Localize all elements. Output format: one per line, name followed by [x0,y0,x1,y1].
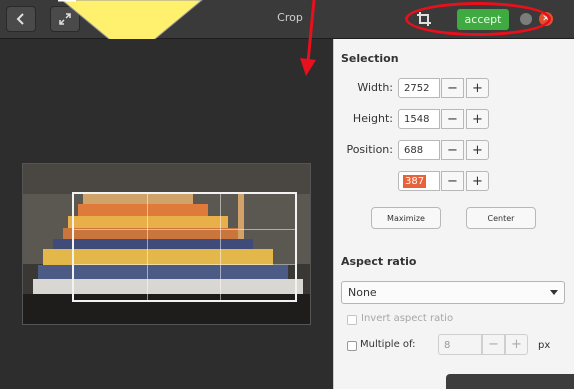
invert-aspect-checkbox[interactable] [347,315,357,325]
position-label: Position: [346,143,393,156]
aspect-ratio-header: Aspect ratio [341,255,417,268]
center-button[interactable]: Center [466,207,536,229]
position-x-field[interactable]: 688 [398,140,440,160]
multiple-increment-button[interactable]: + [505,334,528,355]
width-field[interactable]: 2752 [398,78,440,98]
multiple-of-field[interactable]: 8 [438,334,482,355]
position-x-decrement-button[interactable]: − [441,140,464,160]
annotation-oval [405,2,551,36]
height-decrement-button[interactable]: − [441,109,464,129]
aspect-ratio-selected: None [348,286,377,299]
maximize-button[interactable]: Maximize [371,207,441,229]
height-increment-button[interactable]: + [466,109,489,129]
photo-preview[interactable] [22,163,311,325]
width-increment-button[interactable]: + [466,78,489,98]
chevron-left-icon [16,13,24,25]
position-y-field[interactable]: 387 [398,171,440,191]
height-field[interactable]: 1548 [398,109,440,129]
unit-label: px [538,340,551,351]
width-label: Width: [357,81,393,94]
multiple-decrement-button[interactable]: − [482,334,505,355]
position-y-increment-button[interactable]: + [466,171,489,191]
position-y-decrement-button[interactable]: − [441,171,464,191]
position-y-selected-text: 387 [403,175,427,188]
multiple-of-label: Multiple of: [360,339,416,350]
aspect-ratio-dropdown[interactable]: None [341,281,565,304]
width-decrement-button[interactable]: − [441,78,464,98]
crop-selection[interactable] [72,192,297,302]
back-button[interactable] [6,6,36,32]
selection-header: Selection [341,52,399,65]
annotation-arrow [300,0,316,76]
chevron-down-icon [550,290,558,295]
bottom-overlay [446,374,574,389]
invert-aspect-label: Invert aspect ratio [361,313,454,324]
height-label: Height: [352,112,393,125]
multiple-of-checkbox[interactable] [347,341,357,351]
position-x-increment-button[interactable]: + [466,140,489,160]
